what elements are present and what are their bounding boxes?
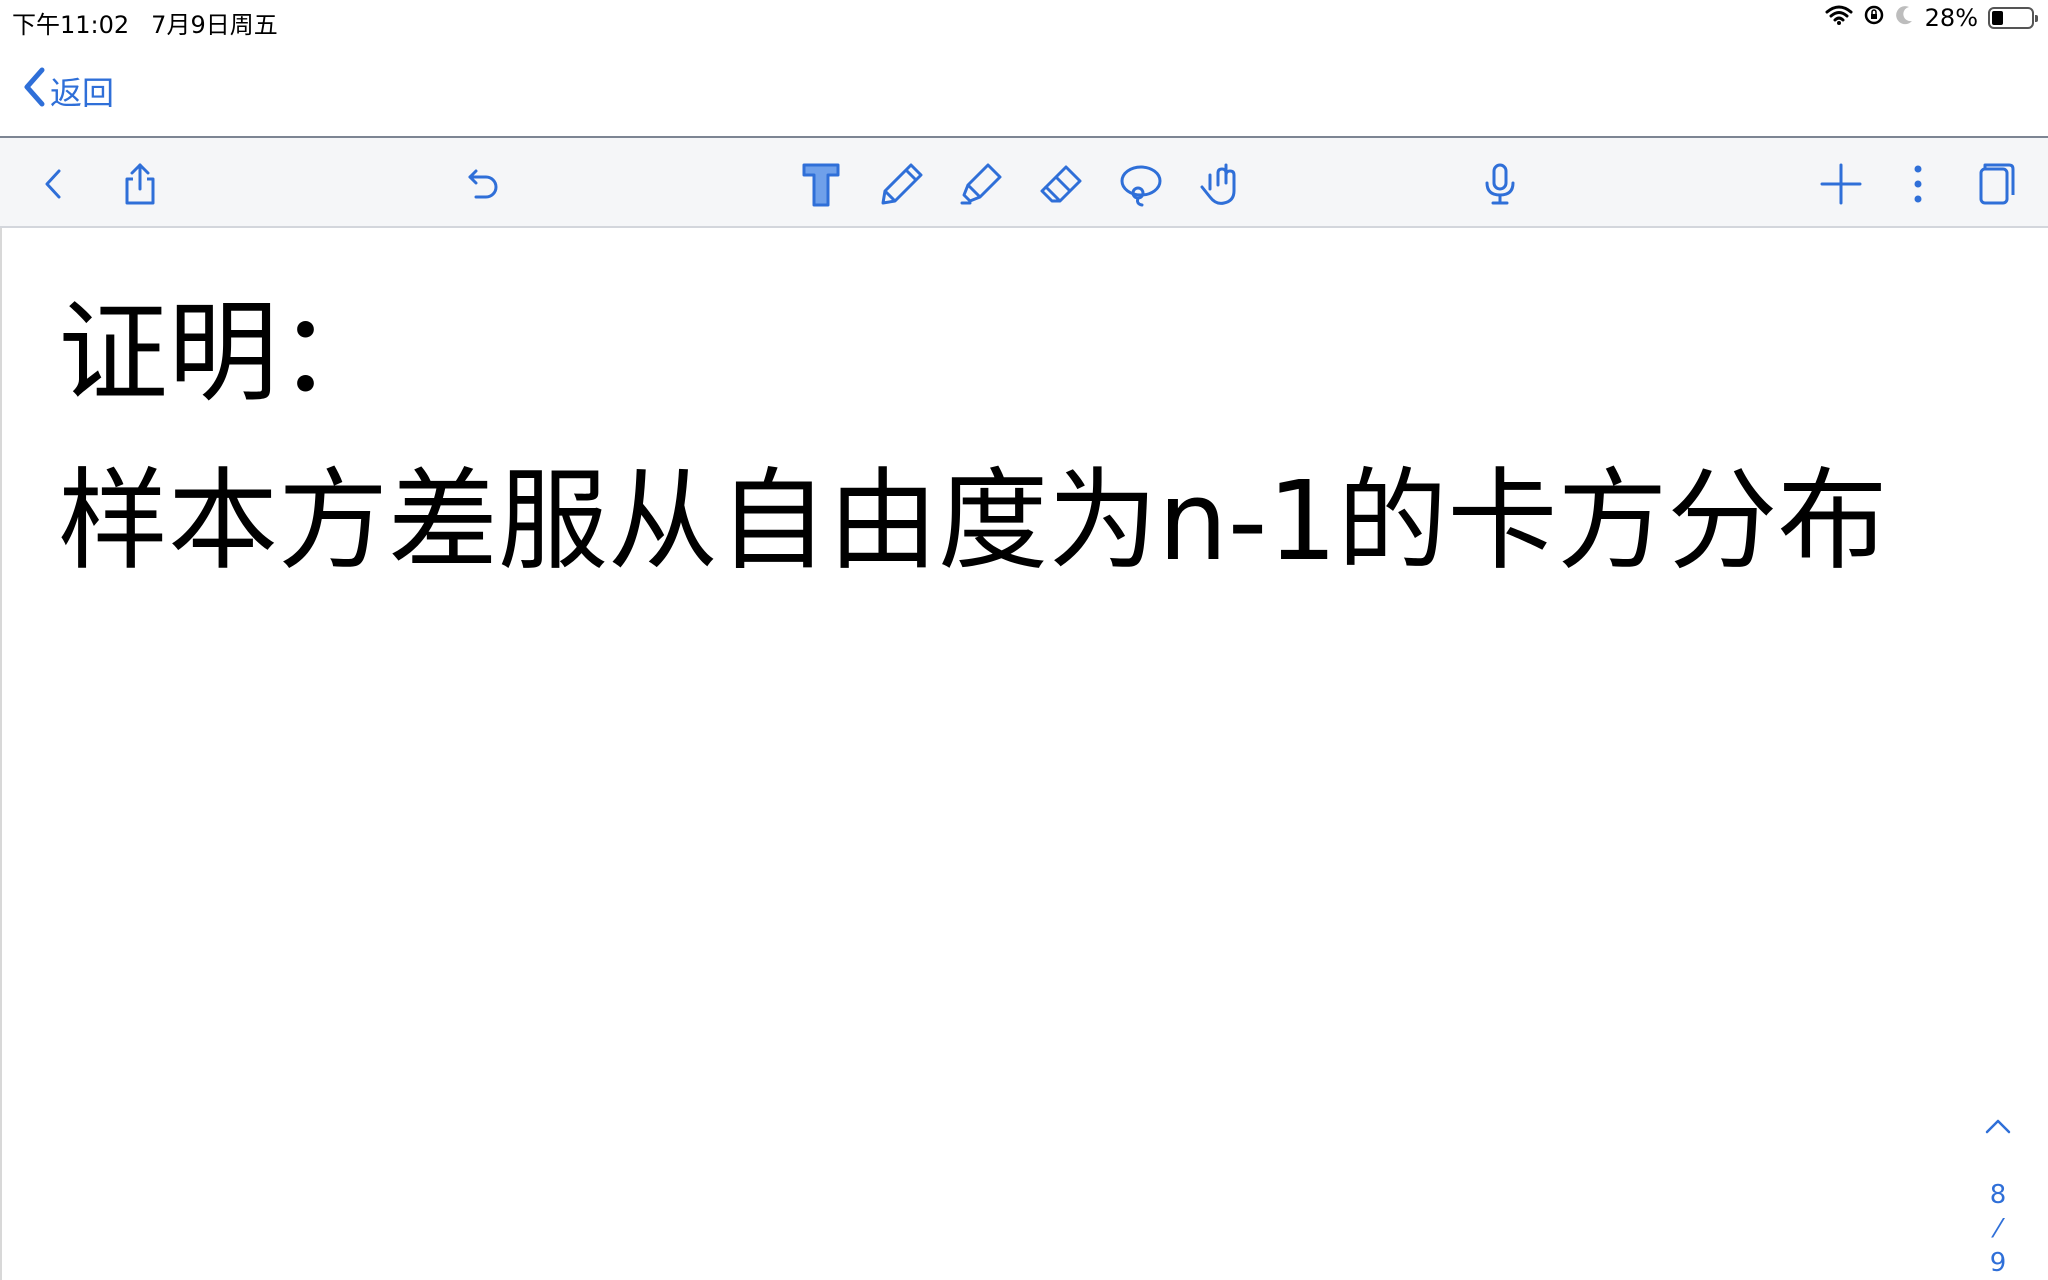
highlighter-icon [960,163,1002,205]
text-tool-button[interactable] [795,158,847,210]
page-separator: ⁄ [1995,1214,2001,1244]
note-heading: 证明： [58,289,388,417]
microphone-button[interactable] [1474,158,1526,210]
undo-button[interactable] [455,158,507,210]
status-bar: 下午11:02 7月9日周五 28% [0,0,2048,40]
pen-icon [881,163,923,205]
back-button[interactable]: 返回 [22,66,114,116]
hand-pointer-icon [1200,163,1236,205]
page-up-button[interactable] [1984,1112,2012,1142]
status-left: 下午11:02 7月9日周五 [12,5,278,40]
lasso-icon [1120,165,1162,207]
plus-icon [1820,163,1862,205]
moon-icon [1895,4,1915,32]
chevron-up-icon [1985,1119,2011,1134]
current-page: 8 [1989,1180,2007,1210]
eraser-icon [1040,165,1082,203]
battery-percent: 28% [1924,4,1978,32]
rotation-lock-icon [1863,4,1885,32]
hand-tool-button[interactable] [1193,158,1245,210]
pen-tool-button[interactable] [876,158,928,210]
microphone-icon [1485,163,1515,205]
add-page-button[interactable] [1815,158,1867,210]
more-icon [1914,165,1922,203]
share-icon [125,163,155,205]
undo-icon [468,169,498,199]
share-button[interactable] [114,158,166,210]
toolbar [0,138,2048,228]
previous-button[interactable] [28,158,80,210]
more-button[interactable] [1892,158,1944,210]
back-label: 返回 [50,74,115,112]
status-right: 28% [1825,4,2038,32]
status-time: 下午11:02 [12,11,130,39]
note-canvas[interactable]: 证明： 样本方差服从自由度为n-1的卡方分布 8 ⁄ 9 [0,228,2048,1280]
eraser-tool-button[interactable] [1035,158,1087,210]
nav-bar: 返回 [0,40,2048,138]
chevron-left-icon [22,66,46,116]
total-pages: 9 [1989,1248,2007,1278]
wifi-icon [1825,4,1853,32]
lasso-tool-button[interactable] [1115,158,1167,210]
status-date: 7月9日周五 [151,11,278,39]
pages-icon [1979,163,2015,205]
chevron-left-icon [45,169,61,199]
text-tool-icon [802,163,840,207]
battery-icon [1988,7,2038,29]
page-indicator: 8 ⁄ 9 [1978,1112,2018,1280]
highlighter-tool-button[interactable] [955,158,1007,210]
pages-button[interactable] [1968,158,2020,210]
note-text: 样本方差服从自由度为n-1的卡方分布 [58,457,1888,585]
